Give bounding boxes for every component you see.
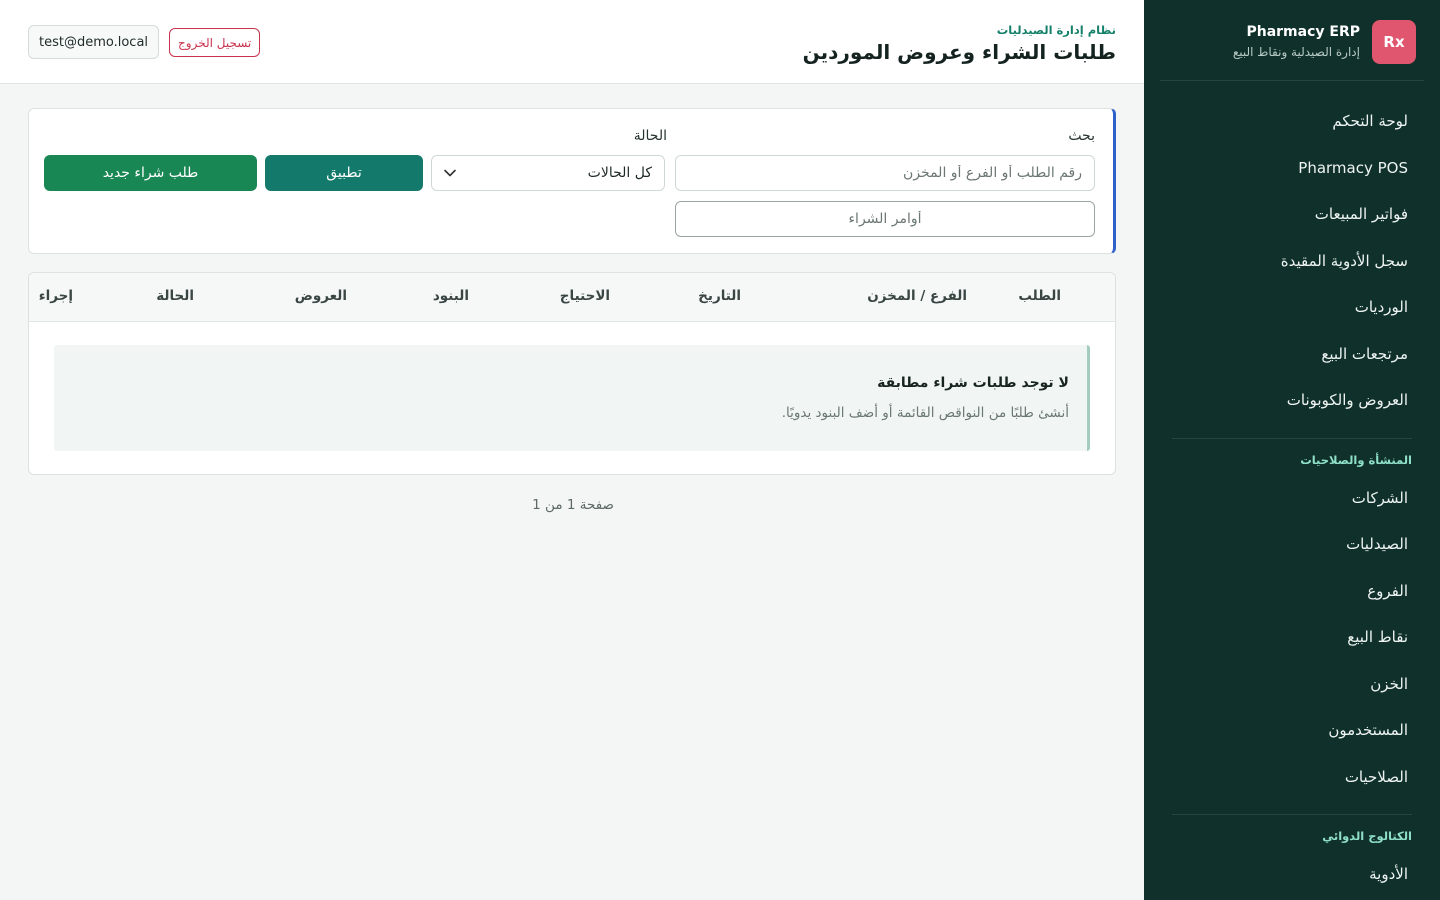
nav-divider [1172,814,1412,815]
status-select[interactable]: كل الحالات [431,155,665,191]
sidebar-nav: لوحة التحكم Pharmacy POS فواتير المبيعات… [1144,98,1440,898]
app-subtitle: إدارة الصيدلية ونقاط البيع [1232,45,1360,59]
empty-state: لا توجد طلبات شراء مطابقة أنشئ طلبًا من … [54,345,1090,451]
col-items: البنود [432,288,469,304]
brand-logo: Rx [1372,20,1416,64]
status-select-value: كل الحالات [587,165,652,181]
sidebar: Rx Pharmacy ERP إدارة الصيدلية ونقاط الب… [1144,0,1440,900]
col-request: الطلب [1018,288,1061,304]
col-status: الحالة [156,288,194,304]
sidebar-item-medicines[interactable]: الأدوية [1144,851,1440,898]
empty-state-title: لا توجد طلبات شراء مطابقة [877,375,1069,391]
col-date: التاريخ [698,288,741,304]
apply-button[interactable]: تطبيق [265,155,423,191]
empty-state-subtitle: أنشئ طلبًا من النواقص القائمة أو أضف الب… [781,405,1069,421]
sidebar-item-sales-returns[interactable]: مرتجعات البيع [1144,331,1440,378]
nav-group-title-catalog: الكتالوج الدوائي [1322,829,1412,843]
header-actions: test@demo.local تسجيل الخروج [28,25,261,59]
search-label: بحث [1068,128,1095,144]
search-input[interactable] [675,155,1095,191]
app-name: Pharmacy ERP [1246,24,1360,40]
table-header: الطلب الفرع / المخزن التاريخ الاحتياج ال… [29,273,1115,322]
filter-card: بحث الحالة كل الحالات تطبيق طلب شراء جدي… [28,108,1116,254]
sidebar-item-sales-invoices[interactable]: فواتير المبيعات [1144,191,1440,238]
sidebar-item-cashboxes[interactable]: الخزن [1144,661,1440,708]
new-purchase-request-button[interactable]: طلب شراء جديد [44,155,257,191]
sidebar-item-dashboard[interactable]: لوحة التحكم [1144,98,1440,145]
nav-group-title-org: المنشأة والصلاحيات [1300,452,1412,467]
nav-divider [1172,437,1412,439]
brand: Rx Pharmacy ERP إدارة الصيدلية ونقاط الب… [1164,20,1416,82]
sidebar-item-pos[interactable]: Pharmacy POS [1144,145,1440,192]
system-eyebrow: نظام إدارة الصيدليات [996,23,1116,37]
page-title: طلبات الشراء وعروض الموردين [802,40,1116,64]
col-offers: العروض [294,288,347,304]
sidebar-item-companies[interactable]: الشركات [1144,475,1440,522]
sidebar-item-pharmacies[interactable]: الصيدليات [1144,521,1440,568]
chevron-down-icon [444,167,456,179]
user-email-chip[interactable]: test@demo.local [28,25,160,59]
status-label: الحالة [633,128,667,144]
sidebar-item-branches[interactable]: الفروع [1144,568,1440,615]
sidebar-item-users[interactable]: المستخدمون [1144,707,1440,754]
brand-text: Pharmacy ERP إدارة الصيدلية ونقاط البيع [1233,20,1360,59]
sidebar-item-shifts[interactable]: الورديات [1144,284,1440,331]
sidebar-item-points-of-sale[interactable]: نقاط البيع [1144,614,1440,661]
purchase-orders-input[interactable] [675,201,1095,237]
brand-divider [1160,80,1424,81]
pagination-label: صفحة 1 من 1 [532,497,614,513]
sidebar-item-restricted-drugs[interactable]: سجل الأدوية المقيدة [1144,238,1440,285]
logout-button[interactable]: تسجيل الخروج [169,28,261,57]
col-branch-store: الفرع / المخزن [867,288,967,304]
purchase-requests-table: الطلب الفرع / المخزن التاريخ الاحتياج ال… [28,272,1116,475]
sidebar-item-permissions[interactable]: الصلاحيات [1144,754,1440,801]
col-need: الاحتياج [559,288,610,304]
col-action: إجراء [38,288,73,304]
sidebar-item-offers-coupons[interactable]: العروض والكوبونات [1144,377,1440,424]
page-header: نظام إدارة الصيدليات طلبات الشراء وعروض … [0,0,1144,84]
